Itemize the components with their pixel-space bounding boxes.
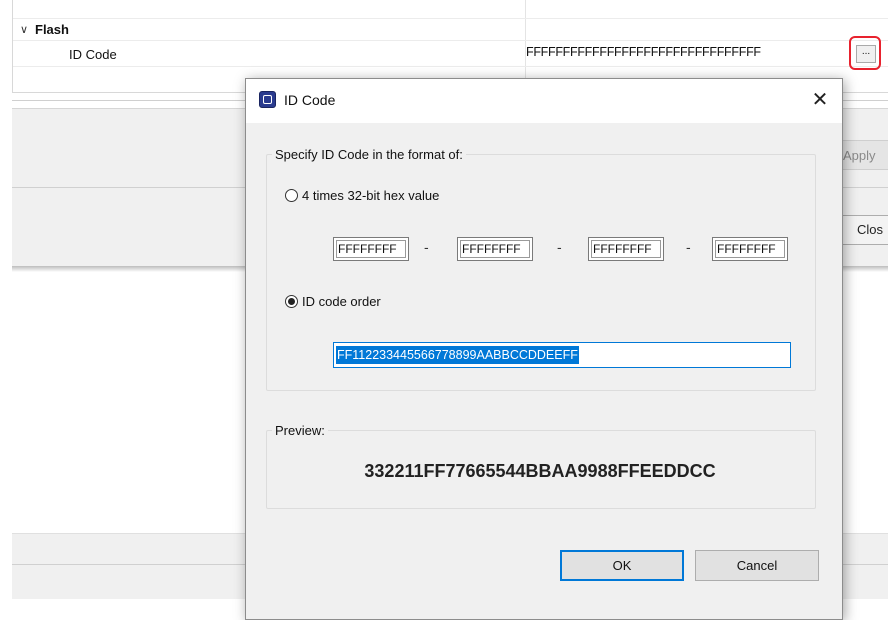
preview-value: 332211FF77665544BBAA9988FFEEDDCC	[364, 461, 716, 481]
app-icon	[259, 91, 276, 108]
format-group-legend: Specify ID Code in the format of:	[275, 147, 463, 162]
cancel-button[interactable]: Cancel	[695, 550, 819, 581]
ok-button[interactable]: OK	[560, 550, 684, 581]
radio-hex-option[interactable]: 4 times 32-bit hex value	[285, 188, 439, 203]
radio-button[interactable]	[285, 295, 298, 308]
id-code-dialog: ID Code ✕ Specify ID Code in the format …	[245, 78, 843, 620]
hex-field-1[interactable]: FFFFFFFF	[333, 237, 409, 261]
radio-label: 4 times 32-bit hex value	[302, 188, 440, 203]
selected-text: FF112233445566778899AABBCCDDEEFF	[336, 346, 579, 364]
tree-group-label: Flash	[35, 22, 69, 37]
radio-label: ID code order	[302, 294, 381, 309]
close-icon[interactable]: ✕	[807, 87, 833, 113]
highlight-box: ...	[849, 36, 881, 70]
row-divider	[13, 40, 888, 41]
radio-id-code-order-option[interactable]: ID code order	[285, 294, 381, 309]
property-label-id-code: ID Code	[69, 47, 117, 62]
hex-field-2[interactable]: FFFFFFFF	[457, 237, 533, 261]
row-divider	[13, 66, 888, 67]
separator: -	[557, 239, 562, 255]
id-code-order-input[interactable]: FF112233445566778899AABBCCDDEEFF	[333, 342, 791, 368]
dialog-title: ID Code	[284, 92, 336, 108]
hex-field-3[interactable]: FFFFFFFF	[588, 237, 664, 261]
property-value-id-code[interactable]: FFFFFFFFFFFFFFFFFFFFFFFFFFFFFFFF	[526, 45, 761, 59]
chevron-down-icon[interactable]: ∨	[17, 23, 31, 36]
separator: -	[424, 239, 429, 255]
ellipsis-button[interactable]: ...	[856, 45, 876, 63]
row-divider	[13, 18, 888, 19]
hex-field-4[interactable]: FFFFFFFF	[712, 237, 788, 261]
radio-button[interactable]	[285, 189, 298, 202]
tree-group-flash[interactable]: ∨ Flash	[17, 22, 69, 37]
separator: -	[686, 239, 691, 255]
preview-group-legend: Preview:	[275, 423, 325, 438]
dialog-titlebar[interactable]: ID Code ✕	[246, 79, 842, 123]
